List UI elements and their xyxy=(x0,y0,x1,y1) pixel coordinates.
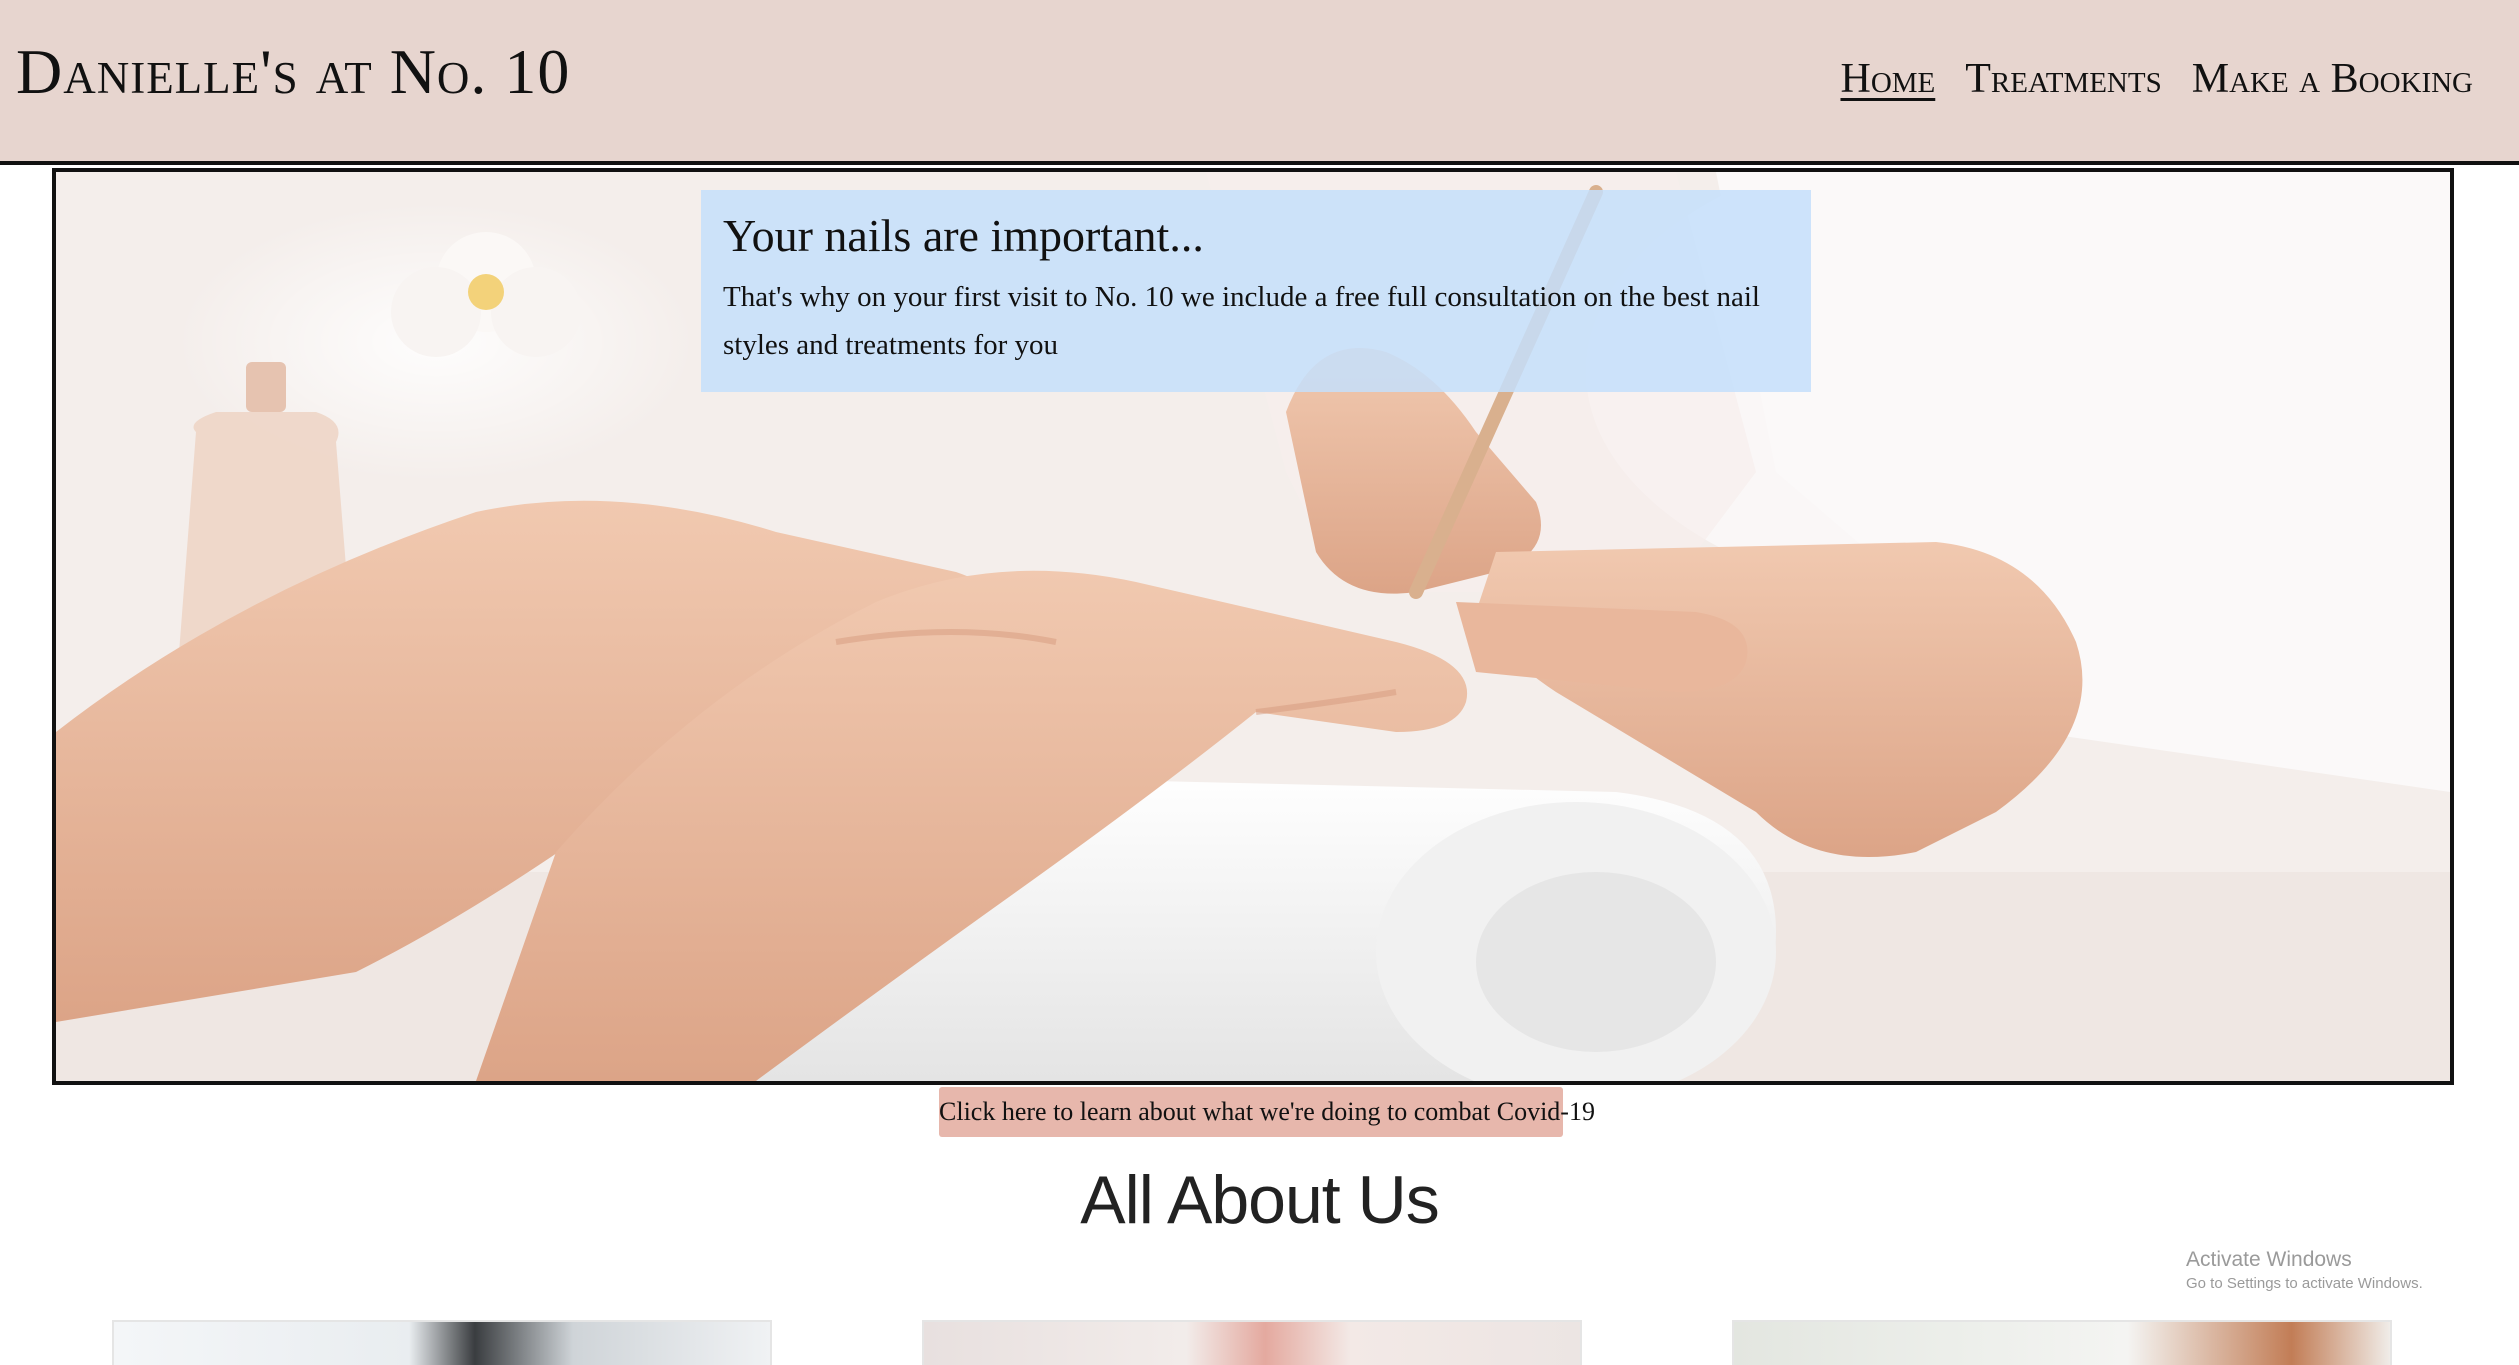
nav-link-treatments[interactable]: Treatments xyxy=(1965,58,2161,100)
site-header: Danielle's at No. 10 Home Treatments Mak… xyxy=(0,0,2519,165)
about-heading: All About Us xyxy=(1080,1162,1439,1238)
site-brand[interactable]: Danielle's at No. 10 xyxy=(16,40,570,104)
covid-info-button[interactable]: Click here to learn about what we're doi… xyxy=(939,1087,1595,1137)
watermark-subtitle: Go to Settings to activate Windows. xyxy=(2186,1275,2423,1293)
about-card-image-1[interactable] xyxy=(112,1320,772,1365)
hero-caption-text: That's why on your first visit to No. 10… xyxy=(723,281,1760,362)
activate-windows-watermark: Activate Windows Go to Settings to activ… xyxy=(2186,1246,2423,1294)
about-card-image-2[interactable] xyxy=(922,1320,1582,1365)
hero-caption-title: Your nails are important... xyxy=(723,210,1204,261)
watermark-title: Activate Windows xyxy=(2186,1248,2352,1271)
nav-link-make-a-booking[interactable]: Make a Booking xyxy=(2192,58,2473,100)
main-nav: Home Treatments Make a Booking xyxy=(1840,58,2473,100)
hero-caption: Your nails are important... That's why o… xyxy=(701,190,1811,392)
hero-banner: Your nails are important... That's why o… xyxy=(52,168,2454,1085)
about-card-image-3[interactable] xyxy=(1732,1320,2392,1365)
nav-link-home[interactable]: Home xyxy=(1840,58,1935,100)
